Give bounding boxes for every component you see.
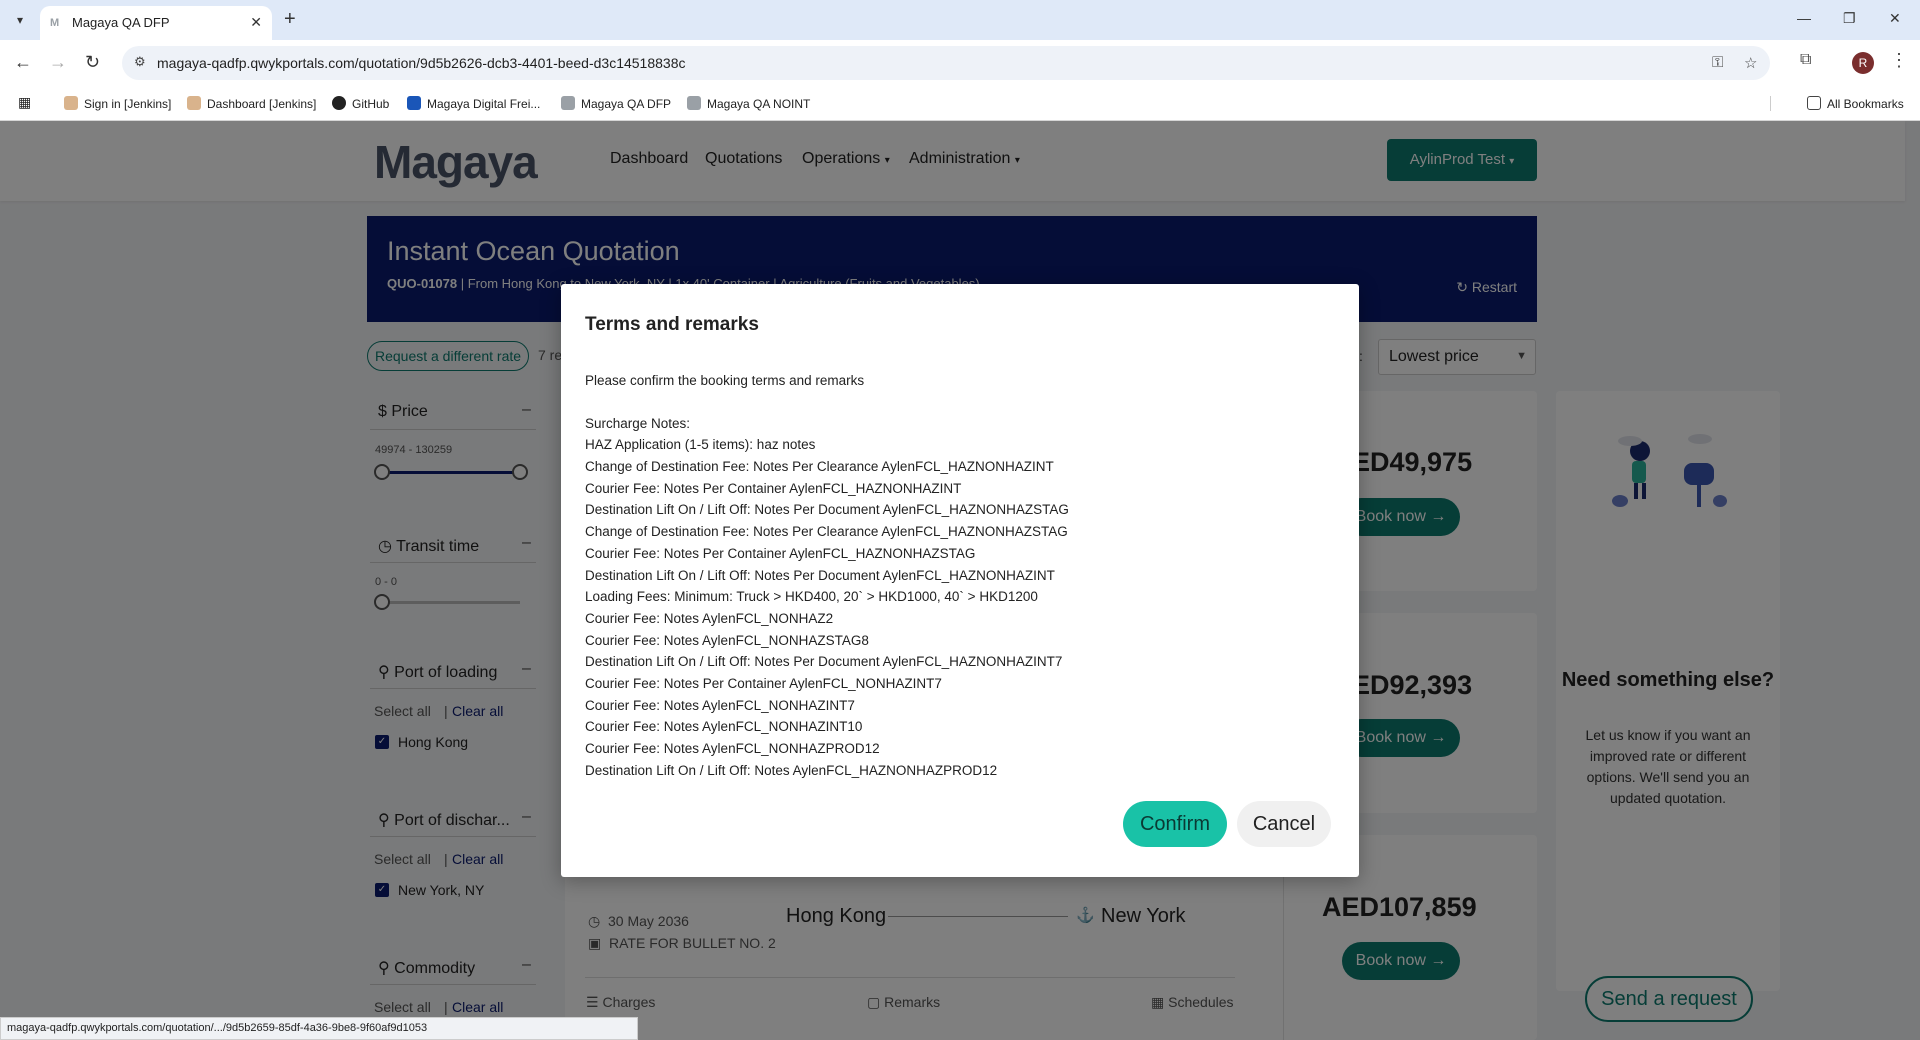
bookmark-magaya-qa-dfp[interactable]: Magaya QA DFP bbox=[561, 96, 671, 111]
surcharge-note: Courier Fee: Notes AylenFCL_NONHAZINT10 bbox=[585, 719, 863, 735]
new-tab-icon[interactable]: + bbox=[284, 8, 296, 30]
surcharge-note: Courier Fee: Notes AylenFCL_NONHAZSTAG8 bbox=[585, 632, 869, 648]
confirm-button[interactable]: Confirm bbox=[1123, 801, 1227, 847]
tab-title: Magaya QA DFP bbox=[72, 15, 170, 30]
all-bookmarks[interactable]: All Bookmarks bbox=[1770, 96, 1904, 111]
site-info-icon[interactable]: ⚙ bbox=[134, 54, 146, 70]
restore-icon[interactable]: ❐ bbox=[1843, 10, 1856, 27]
bookmark-label: Magaya Digital Frei... bbox=[427, 97, 541, 111]
surcharge-note: Courier Fee: Notes AylenFCL_NONHAZPROD12 bbox=[585, 741, 880, 756]
bookmark-magaya-qa-noint[interactable]: Magaya QA NOINT bbox=[687, 96, 810, 111]
surcharge-note: Courier Fee: Notes AylenFCL_NONHAZINT7 bbox=[585, 697, 855, 713]
magaya-favicon-icon: M bbox=[50, 17, 60, 29]
surcharge-notes-header: Surcharge Notes: bbox=[585, 415, 691, 431]
surcharge-note: Destination Lift On / Lift Off: Notes Pe… bbox=[585, 654, 1063, 670]
surcharge-note: Change of Destination Fee: Notes Per Cle… bbox=[585, 459, 1054, 475]
surcharge-note: Courier Fee: Notes Per Container AylenFC… bbox=[585, 675, 942, 691]
tab-close-icon[interactable]: ✕ bbox=[250, 14, 262, 31]
folder-icon bbox=[1807, 96, 1821, 110]
surcharge-note: Courier Fee: Notes Per Container AylenFC… bbox=[585, 545, 976, 561]
bookmark-label: Magaya QA DFP bbox=[581, 97, 672, 111]
jenkins-icon bbox=[187, 96, 201, 110]
password-key-icon[interactable]: ⚿ bbox=[1712, 54, 1723, 71]
surcharge-note: Courier Fee: Notes AylenFCL_NONHAZ2 bbox=[585, 610, 834, 626]
browser-toolbar: ← → ↻ ⚙ magaya-qadfp.qwykportals.com/quo… bbox=[0, 40, 1920, 87]
surcharge-note: Courier Fee: Notes Per Container AylenFC… bbox=[585, 480, 962, 496]
address-bar[interactable]: ⚙ magaya-qadfp.qwykportals.com/quotation… bbox=[122, 46, 1770, 80]
window-close-icon[interactable]: ✕ bbox=[1889, 10, 1901, 27]
apps-grid-icon[interactable]: ▦ bbox=[18, 94, 31, 111]
surcharge-note: Change of Destination Fee: Notes Per Cle… bbox=[585, 524, 1068, 540]
bookmark-sign-in-jenkins[interactable]: Sign in [Jenkins] bbox=[64, 96, 171, 111]
bookmarks-bar: ▦ Sign in [Jenkins] Dashboard [Jenkins] … bbox=[0, 87, 1920, 121]
url-text[interactable]: magaya-qadfp.qwykportals.com/quotation/9… bbox=[157, 55, 685, 71]
magaya-icon bbox=[407, 96, 421, 110]
link-status-bar: magaya-qadfp.qwykportals.com/quotation/.… bbox=[0, 1017, 638, 1040]
github-icon bbox=[332, 96, 346, 110]
minimize-icon[interactable]: — bbox=[1797, 10, 1811, 26]
forward-icon[interactable]: → bbox=[49, 52, 67, 73]
bookmark-star-icon[interactable]: ☆ bbox=[1744, 54, 1757, 72]
tab-list-chevron-icon[interactable]: ▾ bbox=[8, 8, 32, 32]
surcharge-note: Destination Lift On / Lift Off: Notes Ay… bbox=[585, 762, 998, 778]
profile-avatar[interactable]: R bbox=[1852, 52, 1874, 74]
surcharge-note: Loading Fees: Minimum: Truck > HKD400, 2… bbox=[585, 589, 1038, 605]
terms-remarks-dialog: Terms and remarks Please confirm the boo… bbox=[561, 284, 1359, 877]
magaya-icon bbox=[687, 96, 701, 110]
bookmark-label: Sign in [Jenkins] bbox=[84, 97, 172, 111]
dialog-body: Please confirm the booking terms and rem… bbox=[585, 370, 1335, 781]
surcharge-note: HAZ Application (1-5 items): haz notes bbox=[585, 437, 816, 453]
bookmark-label: Magaya QA NOINT bbox=[707, 97, 811, 111]
bookmark-github[interactable]: GitHub bbox=[332, 96, 389, 111]
back-icon[interactable]: ← bbox=[14, 52, 32, 73]
all-bookmarks-label: All Bookmarks bbox=[1827, 97, 1904, 111]
cancel-button[interactable]: Cancel bbox=[1237, 801, 1331, 847]
dialog-intro: Please confirm the booking terms and rem… bbox=[585, 373, 865, 388]
magaya-icon bbox=[561, 96, 575, 110]
bookmark-label: GitHub bbox=[352, 97, 390, 111]
browser-menu-icon[interactable]: ⋮ bbox=[1890, 50, 1908, 71]
surcharge-note: Destination Lift On / Lift Off: Notes Pe… bbox=[585, 567, 1055, 583]
bookmark-magaya-digital[interactable]: Magaya Digital Frei... bbox=[407, 96, 540, 111]
browser-tab-bar: ▾ M Magaya QA DFP ✕ + — ❐ ✕ bbox=[0, 0, 1920, 40]
reload-icon[interactable]: ↻ bbox=[85, 52, 100, 73]
surcharge-note: Destination Lift On / Lift Off: Notes Pe… bbox=[585, 502, 1069, 518]
bookmark-dashboard-jenkins[interactable]: Dashboard [Jenkins] bbox=[187, 96, 316, 111]
browser-tab[interactable]: M Magaya QA DFP ✕ bbox=[40, 6, 272, 40]
bookmark-label: Dashboard [Jenkins] bbox=[207, 97, 317, 111]
dialog-title: Terms and remarks bbox=[585, 314, 759, 335]
extensions-icon[interactable]: ⧉ bbox=[1800, 51, 1811, 69]
jenkins-icon bbox=[64, 96, 78, 110]
